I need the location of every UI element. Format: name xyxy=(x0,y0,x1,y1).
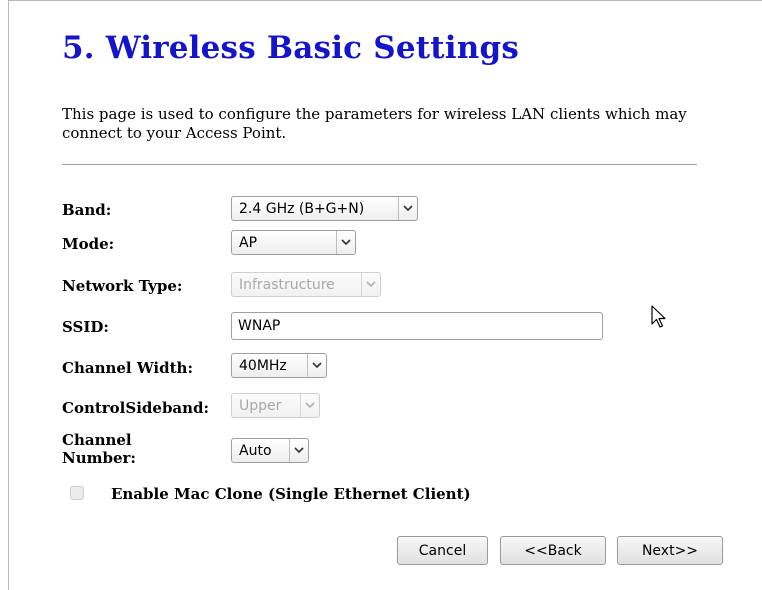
control-sideband-select-value: Upper xyxy=(239,397,282,414)
band-select[interactable]: 2.4 GHz (B+G+N) xyxy=(231,196,418,221)
page-title: 5. Wireless Basic Settings xyxy=(62,30,520,66)
channel-number-label: Channel Number: xyxy=(62,431,136,467)
back-button[interactable]: <<Back xyxy=(500,536,606,565)
chevron-down-icon xyxy=(300,394,319,417)
chevron-down-icon xyxy=(398,197,417,220)
channel-width-select-value: 40MHz xyxy=(239,357,287,374)
channel-width-label: Channel Width: xyxy=(62,359,193,377)
mac-clone-label: Enable Mac Clone (Single Ethernet Client… xyxy=(111,485,471,503)
band-select-value: 2.4 GHz (B+G+N) xyxy=(239,200,365,217)
chevron-down-icon xyxy=(361,273,380,296)
network-type-select-value: Infrastructure xyxy=(239,276,335,293)
mode-select-value: AP xyxy=(239,234,258,251)
chevron-down-icon xyxy=(336,231,355,254)
channel-number-select[interactable]: Auto xyxy=(231,438,309,463)
mouse-pointer-icon xyxy=(651,305,666,328)
band-label: Band: xyxy=(62,201,112,219)
chevron-down-icon xyxy=(289,439,308,462)
page-description: This page is used to configure the param… xyxy=(62,105,687,142)
cancel-button[interactable]: Cancel xyxy=(397,536,488,565)
chevron-down-icon xyxy=(307,354,326,377)
channel-width-select[interactable]: 40MHz xyxy=(231,353,327,378)
network-type-select: Infrastructure xyxy=(231,272,381,297)
mac-clone-checkbox[interactable] xyxy=(70,486,84,500)
mode-select[interactable]: AP xyxy=(231,230,356,255)
divider xyxy=(62,164,697,165)
control-sideband-select: Upper xyxy=(231,393,320,418)
ssid-input[interactable] xyxy=(231,312,603,340)
mode-label: Mode: xyxy=(62,235,115,253)
channel-number-label-line2: Number: xyxy=(62,449,136,467)
channel-number-select-value: Auto xyxy=(239,442,272,459)
ssid-label: SSID: xyxy=(62,318,109,336)
next-button[interactable]: Next>> xyxy=(617,536,723,565)
channel-number-label-line1: Channel xyxy=(62,431,132,449)
control-sideband-label: ControlSideband: xyxy=(62,399,210,417)
network-type-label: Network Type: xyxy=(62,277,183,295)
